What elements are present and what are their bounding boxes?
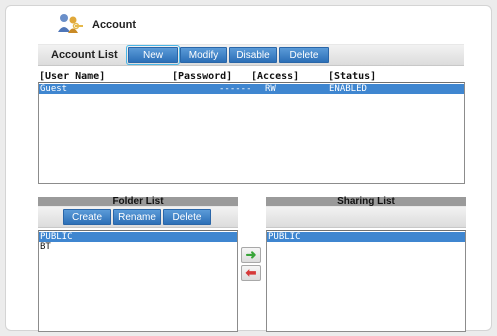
access-cell: RW bbox=[265, 84, 276, 94]
account-list-label: Account List bbox=[51, 49, 118, 61]
arrow-right-icon[interactable]: ➜ bbox=[241, 247, 261, 263]
sharing-list-header: Sharing List bbox=[266, 197, 466, 207]
arrow-left-icon[interactable]: ⬅ bbox=[241, 265, 261, 281]
column-header-user: [User Name] bbox=[39, 71, 106, 82]
delete-account-button[interactable]: Delete bbox=[279, 47, 329, 63]
user-name-cell: Guest bbox=[40, 84, 68, 94]
column-header-password: [Password] bbox=[172, 71, 233, 82]
create-folder-button[interactable]: Create bbox=[63, 209, 111, 225]
table-row[interactable]: Guest ------ RW ENABLED bbox=[39, 84, 464, 94]
modify-account-button[interactable]: Modify bbox=[180, 47, 227, 63]
account-listbox[interactable]: Guest ------ RW ENABLED bbox=[38, 82, 465, 184]
sharing-listbox[interactable]: PUBLIC bbox=[266, 230, 466, 332]
sharing-toolbar bbox=[266, 206, 466, 228]
list-item[interactable]: PUBLIC bbox=[39, 232, 237, 242]
column-header-access: [Access] bbox=[251, 71, 300, 82]
column-header-status: [Status] bbox=[328, 71, 377, 82]
disable-account-button[interactable]: Disable bbox=[229, 47, 277, 63]
page-title: Account bbox=[92, 19, 136, 31]
status-cell: ENABLED bbox=[329, 84, 367, 94]
delete-folder-button[interactable]: Delete bbox=[163, 209, 211, 225]
users-key-icon bbox=[58, 14, 83, 33]
folder-list-header: Folder List bbox=[38, 197, 238, 207]
rename-folder-button[interactable]: Rename bbox=[113, 209, 161, 225]
new-account-button[interactable]: New bbox=[126, 45, 180, 65]
list-item[interactable]: PUBLIC bbox=[267, 232, 465, 242]
password-cell: ------ bbox=[219, 84, 252, 94]
folder-listbox[interactable]: PUBLIC BT bbox=[38, 230, 238, 332]
list-item[interactable]: BT bbox=[39, 242, 237, 252]
